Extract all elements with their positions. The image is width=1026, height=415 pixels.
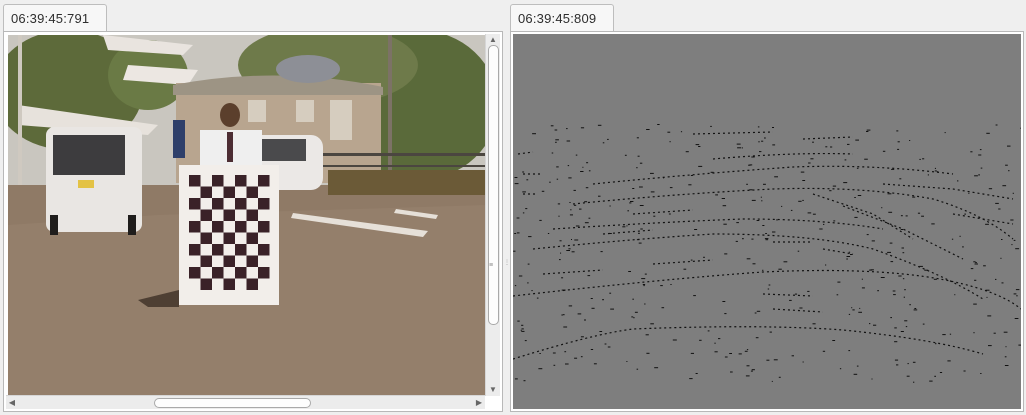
grip-icon: ≡ <box>489 262 493 269</box>
left-image-frame: ▲ ≡ ▼ ◀ ▶ <box>3 31 503 412</box>
right-image-pane: 06:39:45:809 <box>508 0 1026 415</box>
scroll-right-icon[interactable]: ▶ <box>473 396 485 409</box>
vertical-scrollbar[interactable]: ▲ ≡ ▼ <box>485 34 500 396</box>
camera-image <box>8 35 487 396</box>
edge-image-viewport[interactable] <box>513 34 1021 409</box>
tab-right-timestamp[interactable]: 06:39:45:809 <box>510 4 614 32</box>
horizontal-scroll-thumb[interactable] <box>154 398 311 408</box>
right-image-frame <box>510 31 1024 412</box>
tab-left-timestamp[interactable]: 06:39:45:791 <box>3 4 107 32</box>
camera-image-viewport[interactable] <box>8 35 487 396</box>
edge-image <box>513 34 1021 409</box>
horizontal-scrollbar[interactable]: ◀ ▶ <box>6 395 485 409</box>
left-image-pane: 06:39:45:791 ▲ ≡ ▼ ◀ ▶ <box>0 0 505 415</box>
scroll-down-icon[interactable]: ▼ <box>486 384 500 396</box>
scroll-left-icon[interactable]: ◀ <box>6 396 18 409</box>
vertical-scroll-thumb[interactable] <box>488 45 499 325</box>
image-viewer-window: 06:39:45:791 ▲ ≡ ▼ ◀ ▶ ⋮ 06:39:45:809 <box>0 0 1026 415</box>
